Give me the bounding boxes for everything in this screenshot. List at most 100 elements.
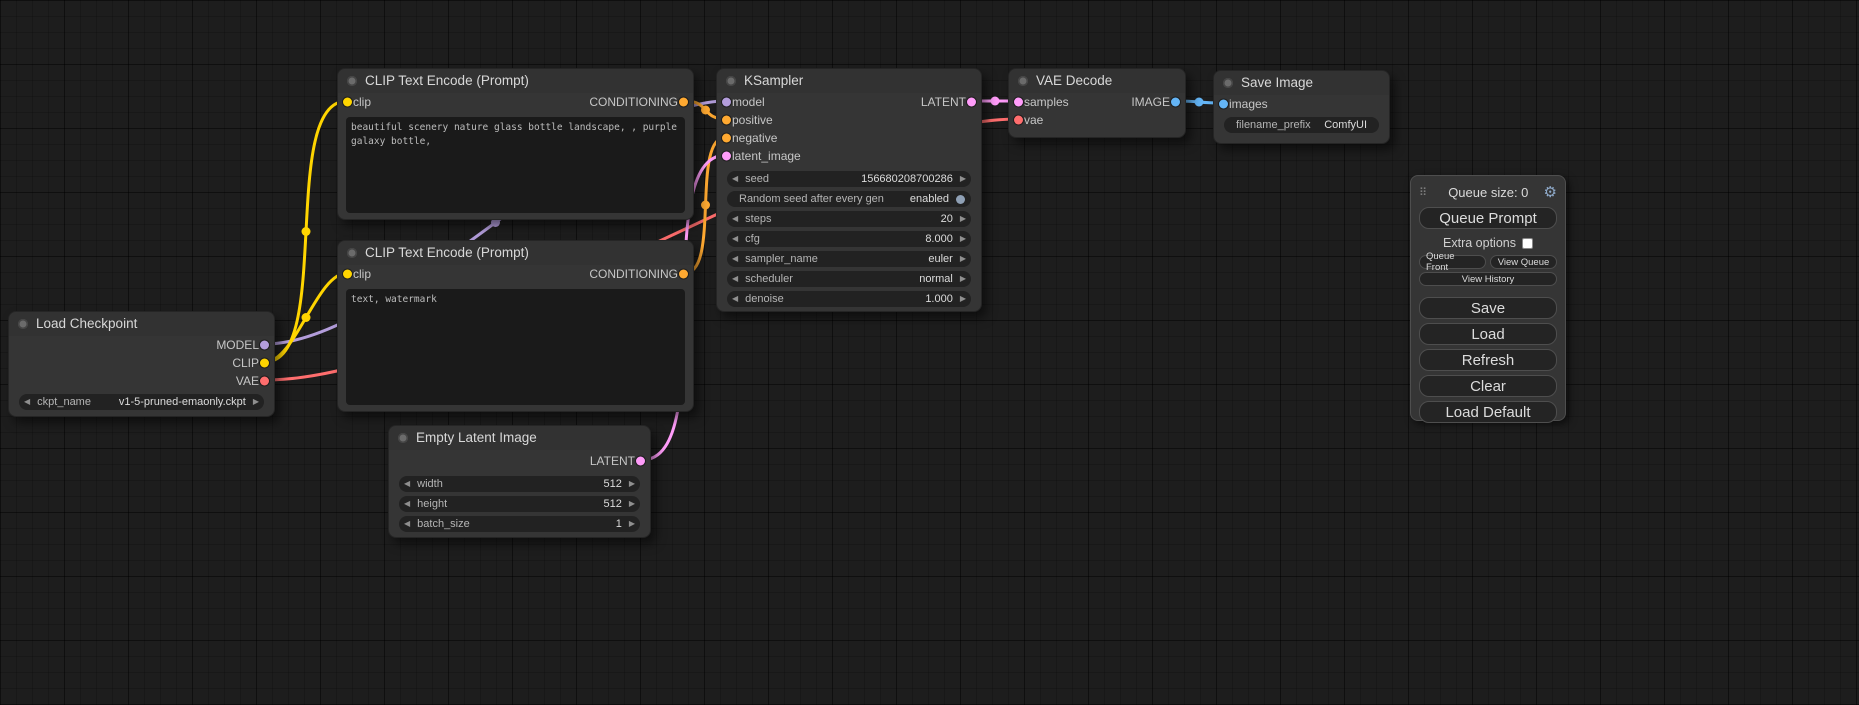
load-default-button[interactable]: Load Default — [1419, 401, 1557, 423]
arrow-left-icon[interactable]: ◀ — [732, 171, 738, 187]
widget-height[interactable]: ◀ height 512 ▶ — [399, 496, 640, 512]
link-midpoint-dot[interactable] — [302, 313, 311, 322]
node-title-bar[interactable]: KSampler — [717, 69, 981, 93]
arrow-right-icon[interactable]: ▶ — [960, 291, 966, 307]
clear-button[interactable]: Clear — [1419, 375, 1557, 397]
node-save-image[interactable]: Save Image images filename_prefix ComfyU… — [1213, 70, 1390, 144]
arrow-right-icon[interactable]: ▶ — [960, 171, 966, 187]
input-slot-positive: positive — [717, 111, 981, 129]
queue-small-buttons: Queue Front View Queue — [1419, 255, 1557, 269]
slot-row-clip-conditioning: clip CONDITIONING — [338, 265, 693, 283]
widget-steps[interactable]: ◀ steps 20 ▶ — [727, 211, 971, 227]
output-dot-image[interactable] — [1171, 98, 1180, 107]
link-midpoint-dot[interactable] — [701, 201, 710, 210]
arrow-right-icon[interactable]: ▶ — [629, 496, 635, 512]
node-title-bar[interactable]: CLIP Text Encode (Prompt) — [338, 241, 693, 265]
widget-batch-size[interactable]: ◀ batch_size 1 ▶ — [399, 516, 640, 532]
settings-gear-icon[interactable]: ⚙ — [1544, 183, 1557, 201]
extra-options-checkbox[interactable] — [1522, 238, 1533, 249]
arrow-left-icon[interactable]: ◀ — [732, 251, 738, 267]
collapse-dot-icon[interactable] — [18, 319, 28, 329]
node-clip-text-encode-negative[interactable]: CLIP Text Encode (Prompt) clip CONDITION… — [337, 240, 694, 412]
output-dot-model[interactable] — [260, 341, 269, 350]
collapse-dot-icon[interactable] — [347, 248, 357, 258]
widget-random-seed-toggle[interactable]: Random seed after every gen enabled — [727, 191, 971, 207]
output-dot-vae[interactable] — [260, 377, 269, 386]
collapse-dot-icon[interactable] — [726, 76, 736, 86]
output-dot-conditioning[interactable] — [679, 98, 688, 107]
node-title: CLIP Text Encode (Prompt) — [365, 73, 529, 88]
input-dot-model[interactable] — [722, 98, 731, 107]
widget-scheduler[interactable]: ◀ scheduler normal ▶ — [727, 271, 971, 287]
queue-front-button[interactable]: Queue Front — [1419, 255, 1486, 269]
collapse-dot-icon[interactable] — [347, 76, 357, 86]
view-queue-button[interactable]: View Queue — [1490, 255, 1557, 269]
arrow-left-icon[interactable]: ◀ — [404, 476, 410, 492]
input-dot-latent-image[interactable] — [722, 152, 731, 161]
collapse-dot-icon[interactable] — [1223, 78, 1233, 88]
node-empty-latent-image[interactable]: Empty Latent Image LATENT ◀ width 512 ▶ … — [388, 425, 651, 538]
toggle-knob-icon[interactable] — [956, 195, 965, 204]
drag-handle-icon[interactable]: ⠿ — [1419, 186, 1427, 199]
view-history-button[interactable]: View History — [1419, 272, 1557, 286]
node-title-bar[interactable]: Load Checkpoint — [9, 312, 274, 336]
link-midpoint-dot[interactable] — [1195, 98, 1204, 107]
arrow-right-icon[interactable]: ▶ — [960, 271, 966, 287]
collapse-dot-icon[interactable] — [1018, 76, 1028, 86]
collapse-dot-icon[interactable] — [398, 433, 408, 443]
arrow-left-icon[interactable]: ◀ — [24, 394, 30, 410]
arrow-left-icon[interactable]: ◀ — [732, 291, 738, 307]
arrow-left-icon[interactable]: ◀ — [732, 211, 738, 227]
link-clip[interactable] — [265, 273, 347, 362]
input-dot-positive[interactable] — [722, 116, 731, 125]
refresh-button[interactable]: Refresh — [1419, 349, 1557, 371]
node-vae-decode[interactable]: VAE Decode samples IMAGE vae — [1008, 68, 1186, 138]
link-midpoint-dot[interactable] — [991, 97, 1000, 106]
input-dot-clip[interactable] — [343, 270, 352, 279]
input-dot-samples[interactable] — [1014, 98, 1023, 107]
widget-sampler-name[interactable]: ◀ sampler_name euler ▶ — [727, 251, 971, 267]
arrow-left-icon[interactable]: ◀ — [404, 516, 410, 532]
arrow-right-icon[interactable]: ▶ — [629, 476, 635, 492]
input-dot-vae[interactable] — [1014, 116, 1023, 125]
graph-canvas[interactable]: Load Checkpoint MODEL CLIP VAE ◀ ckpt_na… — [0, 0, 1859, 705]
save-button[interactable]: Save — [1419, 297, 1557, 319]
widget-filename-prefix[interactable]: filename_prefix ComfyUI — [1224, 117, 1379, 133]
arrow-left-icon[interactable]: ◀ — [404, 496, 410, 512]
output-dot-latent[interactable] — [636, 457, 645, 466]
queue-prompt-button[interactable]: Queue Prompt — [1419, 207, 1557, 229]
arrow-right-icon[interactable]: ▶ — [960, 231, 966, 247]
link-clip[interactable] — [265, 101, 347, 362]
prompt-text-area[interactable]: beautiful scenery nature glass bottle la… — [346, 117, 685, 213]
node-title-bar[interactable]: CLIP Text Encode (Prompt) — [338, 69, 693, 93]
link-midpoint-dot[interactable] — [701, 106, 710, 115]
node-load-checkpoint[interactable]: Load Checkpoint MODEL CLIP VAE ◀ ckpt_na… — [8, 311, 275, 417]
arrow-right-icon[interactable]: ▶ — [960, 211, 966, 227]
node-title-bar[interactable]: Empty Latent Image — [389, 426, 650, 450]
prompt-text-area[interactable]: text, watermark — [346, 289, 685, 405]
arrow-left-icon[interactable]: ◀ — [732, 231, 738, 247]
node-clip-text-encode-positive[interactable]: CLIP Text Encode (Prompt) clip CONDITION… — [337, 68, 694, 220]
output-dot-conditioning[interactable] — [679, 270, 688, 279]
input-dot-clip[interactable] — [343, 98, 352, 107]
widget-denoise[interactable]: ◀ denoise 1.000 ▶ — [727, 291, 971, 307]
widget-width[interactable]: ◀ width 512 ▶ — [399, 476, 640, 492]
arrow-right-icon[interactable]: ▶ — [629, 516, 635, 532]
widget-cfg[interactable]: ◀ cfg 8.000 ▶ — [727, 231, 971, 247]
node-title-bar[interactable]: VAE Decode — [1009, 69, 1185, 93]
node-ksampler[interactable]: KSampler model LATENT positive negative … — [716, 68, 982, 312]
output-label: IMAGE — [1131, 95, 1170, 109]
output-dot-latent[interactable] — [967, 98, 976, 107]
output-dot-clip[interactable] — [260, 359, 269, 368]
arrow-right-icon[interactable]: ▶ — [253, 394, 259, 410]
node-title-bar[interactable]: Save Image — [1214, 71, 1389, 95]
widget-seed[interactable]: ◀ seed 156680208700286 ▶ — [727, 171, 971, 187]
link-midpoint-dot[interactable] — [302, 227, 311, 236]
arrow-left-icon[interactable]: ◀ — [732, 271, 738, 287]
slot-row-samples-image: samples IMAGE — [1009, 93, 1185, 111]
load-button[interactable]: Load — [1419, 323, 1557, 345]
arrow-right-icon[interactable]: ▶ — [960, 251, 966, 267]
input-dot-negative[interactable] — [722, 134, 731, 143]
input-dot-images[interactable] — [1219, 100, 1228, 109]
widget-ckpt-name[interactable]: ◀ ckpt_name v1-5-pruned-emaonly.ckpt ▶ — [19, 394, 264, 410]
